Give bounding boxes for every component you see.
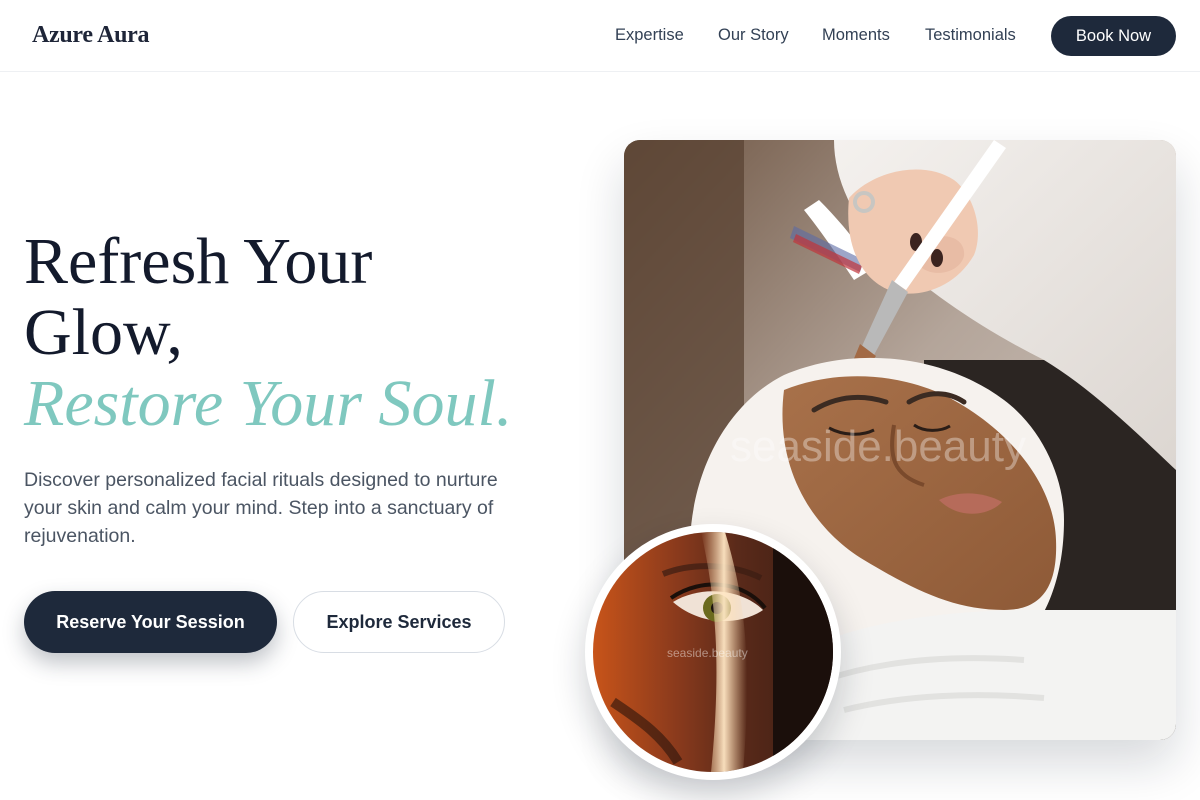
nav-link-expertise[interactable]: Expertise bbox=[615, 26, 684, 45]
reserve-session-button[interactable]: Reserve Your Session bbox=[24, 591, 277, 653]
nav-link-moments[interactable]: Moments bbox=[822, 26, 890, 45]
nav-link-testimonials[interactable]: Testimonials bbox=[925, 26, 1016, 45]
book-now-button[interactable]: Book Now bbox=[1051, 16, 1176, 56]
headline-line-2: Glow, bbox=[24, 296, 183, 369]
hero-description: Discover personalized facial rituals des… bbox=[24, 469, 498, 547]
top-navbar: Azure Aura Expertise Our Story Moments T… bbox=[0, 0, 1200, 72]
nav-link-our-story[interactable]: Our Story bbox=[718, 26, 789, 45]
headline-accent: Restore Your Soul. bbox=[24, 367, 513, 440]
headline-line-1: Refresh Your bbox=[24, 225, 373, 298]
main-navigation: Expertise Our Story Moments Testimonials bbox=[0, 26, 1200, 48]
hero-headline: Refresh Your Glow, Restore Your Soul. bbox=[24, 226, 594, 439]
inset-eye-closeup-image: seaside.beauty bbox=[585, 524, 841, 780]
explore-services-button[interactable]: Explore Services bbox=[293, 591, 505, 653]
eye-closeup-illustration bbox=[593, 532, 833, 772]
